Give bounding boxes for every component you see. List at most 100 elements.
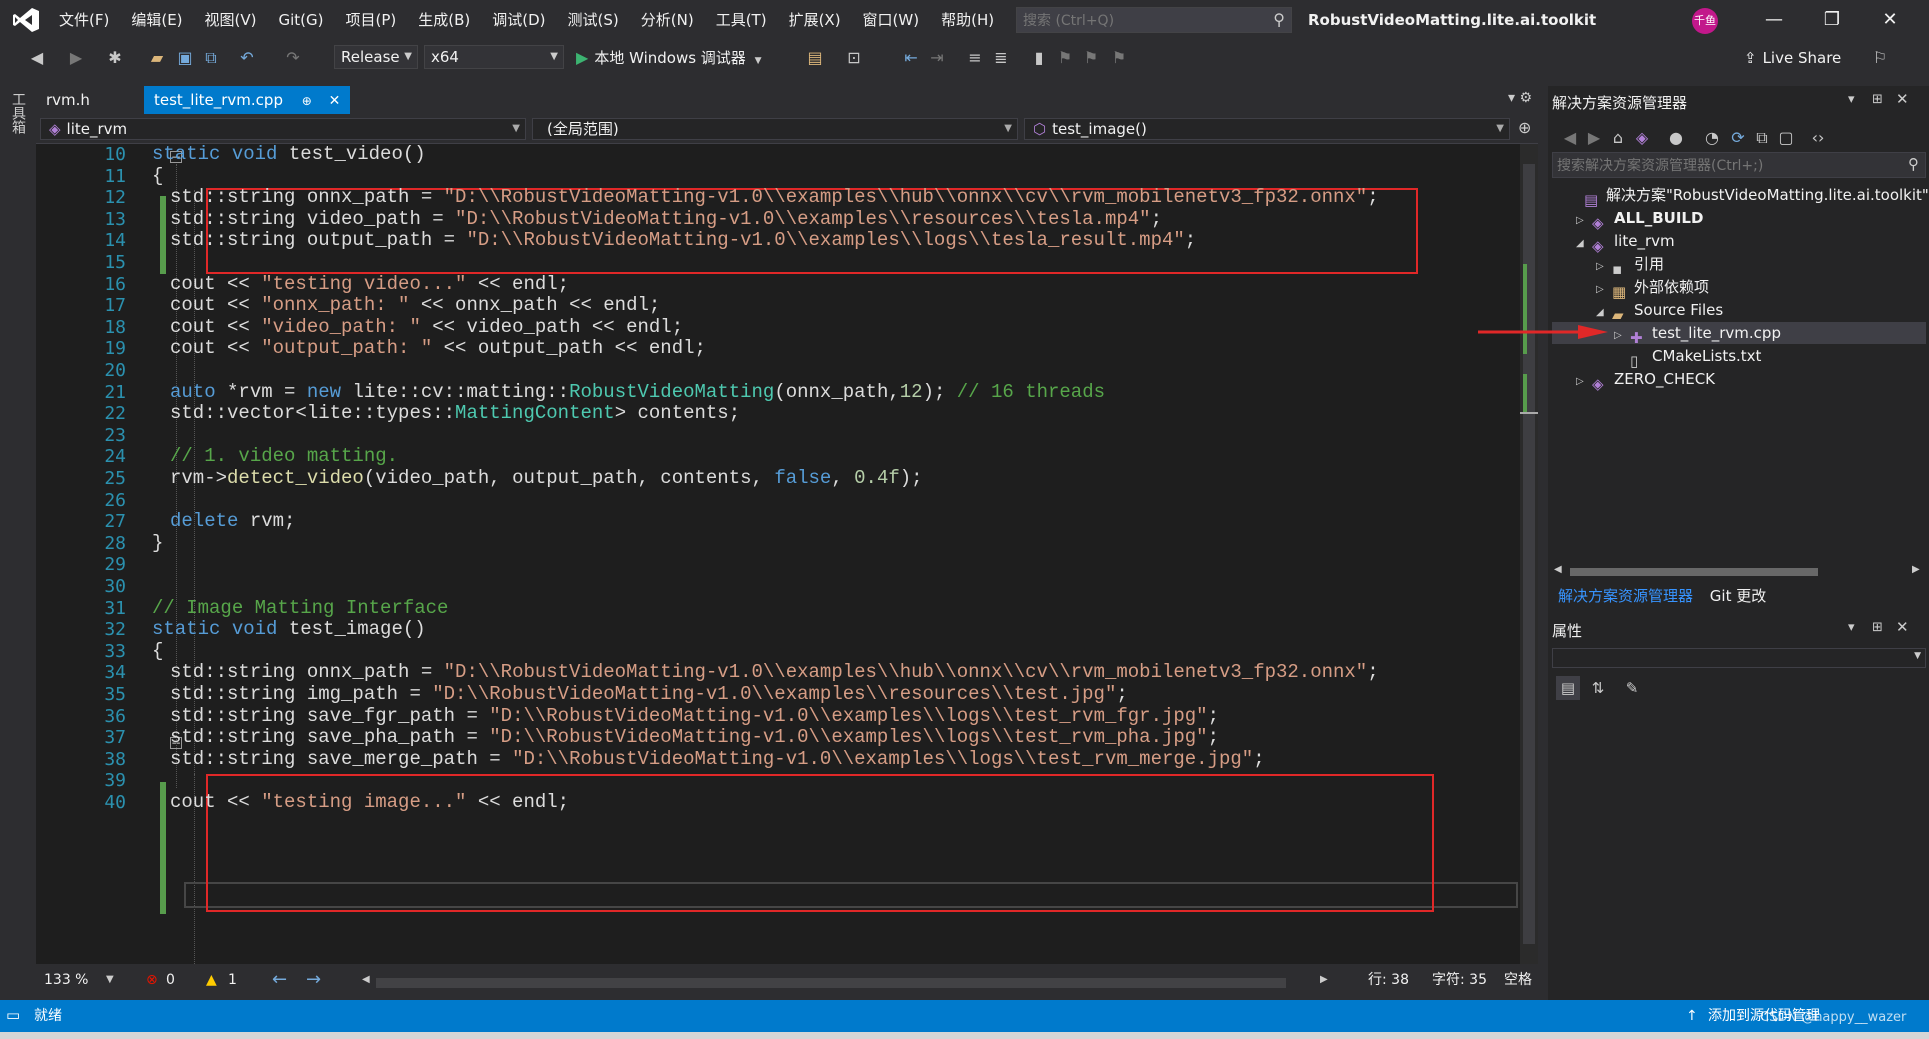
column-indicator[interactable]: 字符: 35 xyxy=(1432,964,1487,996)
tree-item[interactable]: ▷ ✚ test_lite_rvm.cpp xyxy=(1552,322,1926,347)
up-arrow-icon[interactable]: ↑ xyxy=(1686,1000,1698,1032)
chevron-down-icon[interactable]: ▼ xyxy=(106,964,114,996)
sync-icon[interactable]: ⟳ xyxy=(1728,126,1748,150)
scroll-right-icon[interactable]: ▶ xyxy=(1320,964,1328,996)
menu-build[interactable]: 生成(B) xyxy=(407,0,481,40)
close-icon[interactable]: ✕ xyxy=(329,93,341,109)
menu-file[interactable]: 文件(F) xyxy=(48,0,120,40)
restore-button[interactable]: ❐ xyxy=(1804,0,1860,40)
step-icon[interactable]: ⇤ xyxy=(900,46,922,70)
split-icon[interactable]: ⊕ xyxy=(1518,118,1531,137)
scroll-right-icon[interactable]: ▶ xyxy=(1912,564,1920,575)
search-icon[interactable]: ⚲ xyxy=(1908,155,1919,173)
arrow-left-icon[interactable]: ← xyxy=(272,964,287,996)
error-count[interactable]: 0 xyxy=(166,964,175,996)
menu-view[interactable]: 视图(V) xyxy=(194,0,268,40)
save-icon[interactable]: ▣ xyxy=(174,46,196,70)
find-in-files-icon[interactable]: ▤ xyxy=(804,46,826,70)
tab-rvm-h[interactable]: rvm.h xyxy=(36,86,136,114)
pin-icon[interactable]: ⊞ xyxy=(1872,620,1883,635)
screenshot-icon[interactable]: ⊡ xyxy=(842,46,866,70)
tab-test-lite-rvm-cpp[interactable]: test_lite_rvm.cpp ⊕ ✕ xyxy=(144,86,351,114)
history-icon[interactable]: ◔ xyxy=(1702,126,1722,150)
open-folder-icon[interactable]: ▰ xyxy=(146,46,168,70)
code-editor[interactable]: − − 10 static void test_video() 11{12 std::… xyxy=(36,144,1520,964)
prev-bookmark-icon[interactable]: ⚑ xyxy=(1054,46,1076,70)
forward-icon[interactable]: ▶ xyxy=(1584,126,1604,150)
menu-analyze[interactable]: 分析(N) xyxy=(630,0,705,40)
zoom-level[interactable]: 133 % xyxy=(44,964,88,996)
tree-item[interactable]: ▯ CMakeLists.txt xyxy=(1614,345,1761,370)
code-icon[interactable]: ‹› xyxy=(1808,126,1828,150)
menu-help[interactable]: 帮助(H) xyxy=(930,0,1005,40)
close-icon[interactable]: ✕ xyxy=(1896,618,1909,636)
pending-changes-icon[interactable]: ● xyxy=(1666,126,1686,150)
tree-item[interactable]: ▷ ▪ 引用 xyxy=(1596,253,1664,278)
arrow-right-icon[interactable]: → xyxy=(306,964,321,996)
collapsed-icon[interactable]: ▷ xyxy=(1576,210,1592,232)
pin-icon[interactable]: ⊕ xyxy=(302,94,312,108)
live-share-button[interactable]: ⇪ Live Share xyxy=(1744,46,1841,70)
home-icon[interactable]: ⌂ xyxy=(1608,126,1628,150)
solution-search-input[interactable] xyxy=(1553,153,1879,179)
back-icon[interactable]: ◀ xyxy=(1560,126,1580,150)
redo-icon[interactable]: ↷ xyxy=(282,46,304,70)
collapse-all-icon[interactable]: ⧉ xyxy=(1752,126,1772,150)
close-window-button[interactable]: ✕ xyxy=(1862,0,1918,40)
tab-git-changes[interactable]: Git 更改 xyxy=(1704,584,1772,608)
tree-item[interactable]: ▷ ◈ ZERO_CHECK xyxy=(1576,368,1715,393)
pin-icon[interactable]: ⊞ xyxy=(1872,92,1883,107)
properties-object-select[interactable]: ▼ xyxy=(1552,648,1926,668)
close-icon[interactable]: ✕ xyxy=(1896,90,1909,108)
collapsed-icon[interactable]: ▷ xyxy=(1596,279,1612,301)
panel-menu-icon[interactable]: ▾ xyxy=(1848,92,1855,107)
member-select[interactable]: ⬡ test_image() ▼ xyxy=(1024,118,1510,140)
save-all-icon[interactable]: ⧉ xyxy=(200,46,222,70)
menu-test[interactable]: 测试(S) xyxy=(557,0,630,40)
menu-debug[interactable]: 调试(D) xyxy=(481,0,556,40)
switch-view-icon[interactable]: ◈ xyxy=(1632,126,1652,150)
tab-overflow-icon[interactable]: ▾ ⚙ xyxy=(1508,90,1532,106)
outdent-icon[interactable]: ≣ xyxy=(990,46,1012,70)
expanded-icon[interactable]: ◢ xyxy=(1576,233,1592,255)
scrollbar-thumb[interactable] xyxy=(1570,568,1818,576)
forward-icon[interactable]: ▶ xyxy=(66,46,86,70)
tab-solution-explorer[interactable]: 解决方案资源管理器 xyxy=(1552,584,1699,608)
project-select[interactable]: ◈ lite_rvm ▼ xyxy=(40,118,526,140)
search-input[interactable] xyxy=(1017,8,1255,34)
whitespace-indicator[interactable]: 空格 xyxy=(1504,964,1532,996)
configuration-select[interactable]: Release ▼ xyxy=(334,45,418,69)
menu-window[interactable]: 窗口(W) xyxy=(852,0,931,40)
platform-select[interactable]: x64 ▼ xyxy=(424,45,564,69)
tree-item[interactable]: ▤ 解决方案"RobustVideoMatting.lite.ai.toolkit… xyxy=(1568,184,1929,209)
tree-item[interactable]: ▷ ◈ ALL_BUILD xyxy=(1576,207,1703,232)
categorized-icon[interactable]: ▤ xyxy=(1556,676,1580,700)
expanded-icon[interactable]: ◢ xyxy=(1596,302,1612,324)
alphabetical-icon[interactable]: ⇅ xyxy=(1586,676,1610,700)
editor-vertical-scrollbar[interactable] xyxy=(1520,144,1538,964)
bookmark-icon[interactable]: ▮ xyxy=(1028,46,1050,70)
tree-item[interactable]: ◢ ◈ lite_rvm xyxy=(1576,230,1675,255)
line-indicator[interactable]: 行: 38 xyxy=(1368,964,1409,996)
collapsed-icon[interactable]: ▷ xyxy=(1576,371,1592,393)
indent-icon[interactable]: ≡ xyxy=(964,46,986,70)
scroll-left-icon[interactable]: ◀ xyxy=(1554,564,1562,575)
collapsed-icon[interactable]: ▷ xyxy=(1596,256,1612,278)
undo-icon[interactable]: ↶ xyxy=(236,46,258,70)
minimize-button[interactable]: — xyxy=(1746,0,1802,40)
menu-tools[interactable]: 工具(T) xyxy=(705,0,778,40)
menu-project[interactable]: 项目(P) xyxy=(335,0,408,40)
back-icon[interactable]: ◀ xyxy=(26,46,48,70)
show-all-files-icon[interactable]: ▢ xyxy=(1776,126,1796,150)
start-debugging-button[interactable]: ▶ 本地 Windows 调试器 ▼ xyxy=(576,45,762,71)
tree-item[interactable]: ▷ ▦ 外部依赖项 xyxy=(1596,276,1709,301)
panel-menu-icon[interactable]: ▾ xyxy=(1848,620,1855,635)
search-icon[interactable]: ⚲ xyxy=(1273,10,1285,29)
menu-git[interactable]: Git(G) xyxy=(268,0,335,40)
scroll-left-icon[interactable]: ◀ xyxy=(362,964,370,996)
avatar[interactable]: 千鱼 xyxy=(1692,8,1718,34)
output-window-icon[interactable]: ▭ xyxy=(6,1006,20,1024)
clear-bookmarks-icon[interactable]: ⚑ xyxy=(1108,46,1130,70)
breakpoint-icon[interactable]: ⇥ xyxy=(926,46,948,70)
warning-count[interactable]: 1 xyxy=(228,964,237,996)
